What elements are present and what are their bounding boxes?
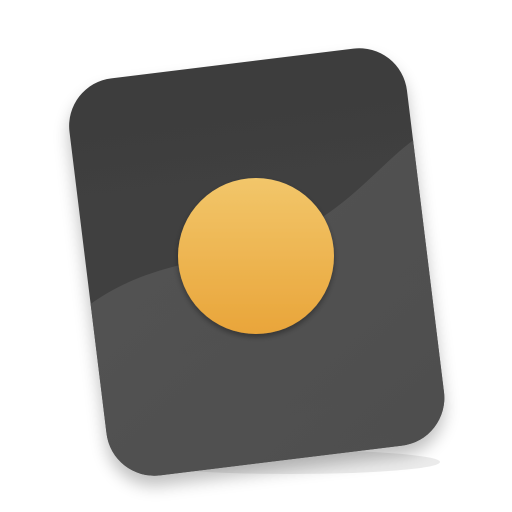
app-icon xyxy=(63,48,450,482)
icon-canvas xyxy=(0,0,512,512)
orange-dot-icon xyxy=(178,178,334,334)
